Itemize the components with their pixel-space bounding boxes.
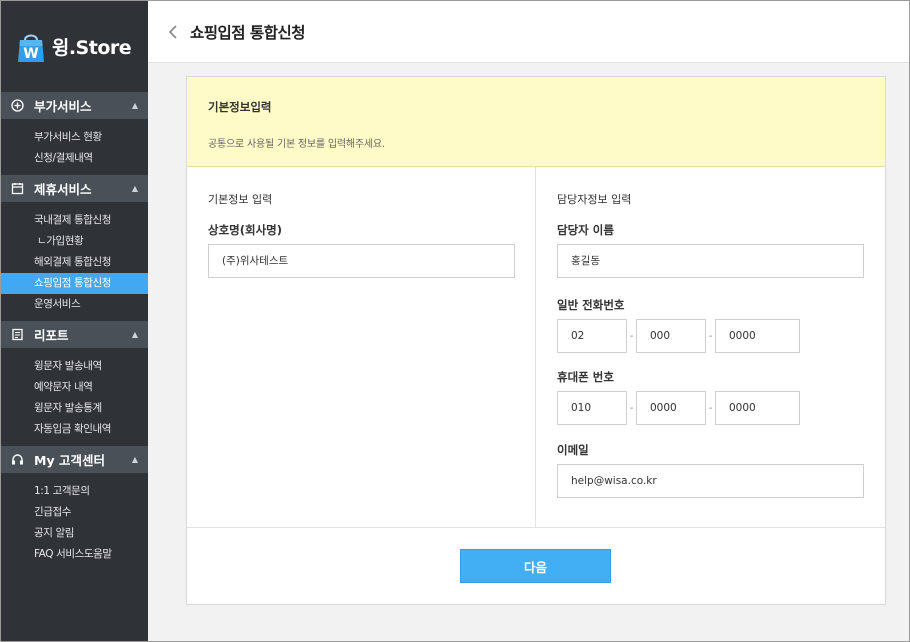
basic-info-title: 기본정보 입력 [208, 193, 273, 206]
dash: - [708, 330, 713, 342]
menu-item[interactable]: 자동입금 확인내역 [1, 419, 148, 440]
dash: - [629, 330, 634, 342]
phone-part-2-input[interactable]: 000 [636, 319, 706, 353]
mobile-row: 010 - 0000 - 0000 [557, 391, 864, 425]
phone-label: 일반 전화번호 [557, 298, 625, 312]
menu-item[interactable]: 신청/결제내역 [1, 148, 148, 169]
menu-item[interactable]: 윙문자 발송통계 [1, 398, 148, 419]
back-chevron-icon[interactable] [166, 22, 180, 42]
phone-part-1-input[interactable]: 02 [557, 319, 627, 353]
svg-text:W: W [23, 46, 38, 62]
brand-name: 윙.Store [51, 37, 132, 59]
section-title: 제휴서비스 [34, 182, 92, 197]
basic-info-column: 기본정보 입력 상호명(회사명) (주)위사테스트 [187, 167, 536, 527]
menu-item[interactable]: 부가서비스 현황 [1, 127, 148, 148]
dash: - [629, 402, 634, 414]
manager-name-input[interactable]: 홍길동 [557, 244, 864, 278]
caret-up-icon: ▲ [131, 101, 138, 110]
document-icon [11, 328, 24, 341]
caret-up-icon: ▲ [131, 455, 138, 464]
menu-additional-services: 부가서비스 현황 신청/결제내역 [1, 119, 148, 175]
menu-item[interactable]: 1:1 고객문의 [1, 481, 148, 502]
menu-customer-center: 1:1 고객문의 긴급접수 공지 알림 FAQ 서비스도움말 [1, 473, 148, 571]
company-name-input[interactable]: (주)위사테스트 [208, 244, 515, 278]
mobile-part-1-input[interactable]: 010 [557, 391, 627, 425]
sidebar: W 윙.Store 부가서비스 ▲ 부가서비스 현황 신청/결제내역 제휴서비스… [1, 1, 148, 641]
manager-info-title: 담당자정보 입력 [557, 193, 632, 206]
menu-item[interactable]: 긴급접수 [1, 502, 148, 523]
menu-item[interactable]: 운영서비스 [1, 294, 148, 315]
section-partner-services[interactable]: 제휴서비스 ▲ [1, 175, 148, 202]
notice-title: 기본정보입력 [208, 100, 272, 114]
menu-partner-services: 국내결제 통합신청 ㄴ가입현황 해외결제 통합신청 쇼핑입점 통합신청 운영서비… [1, 202, 148, 321]
menu-item-active[interactable]: 쇼핑입점 통합신청 [1, 273, 148, 294]
email-input[interactable]: help@wisa.co.kr [557, 464, 864, 498]
section-title: 부가서비스 [34, 99, 92, 114]
section-title: My 고객센터 [34, 453, 105, 468]
manager-name-label: 담당자 이름 [557, 223, 614, 237]
caret-up-icon: ▲ [131, 184, 138, 193]
section-additional-services[interactable]: 부가서비스 ▲ [1, 92, 148, 119]
page-title: 쇼핑입점 통합신청 [190, 23, 305, 42]
phone-row: 02 - 000 - 0000 [557, 319, 864, 353]
menu-item-sub[interactable]: ㄴ가입현황 [1, 231, 148, 252]
dash: - [708, 402, 713, 414]
notice-box: 기본정보입력 공통으로 사용될 기본 정보를 입력해주세요. [187, 77, 885, 167]
menu-item[interactable]: 공지 알림 [1, 523, 148, 544]
main-content: 기본정보입력 공통으로 사용될 기본 정보를 입력해주세요. 기본정보 입력 상… [148, 63, 909, 641]
shopping-bag-icon: W [17, 32, 44, 62]
menu-reports: 윙문자 발송내역 예약문자 내역 윙문자 발송통계 자동입금 확인내역 [1, 348, 148, 446]
logo[interactable]: W 윙.Store [1, 1, 148, 92]
menu-item[interactable]: FAQ 서비스도움말 [1, 544, 148, 565]
headset-icon [11, 453, 24, 466]
menu-item[interactable]: 윙문자 발송내역 [1, 356, 148, 377]
plus-circle-icon [11, 99, 24, 112]
page-header: 쇼핑입점 통합신청 [148, 1, 909, 63]
mobile-part-3-input[interactable]: 0000 [715, 391, 800, 425]
manager-info-column: 담당자정보 입력 담당자 이름 홍길동 일반 전화번호 02 - 000 - 0… [536, 167, 885, 527]
menu-item[interactable]: 국내결제 통합신청 [1, 210, 148, 231]
section-title: 리포트 [34, 328, 69, 343]
form-columns: 기본정보 입력 상호명(회사명) (주)위사테스트 담당자정보 입력 담당자 이… [187, 167, 885, 528]
menu-item[interactable]: 예약문자 내역 [1, 377, 148, 398]
menu-item[interactable]: 해외결제 통합신청 [1, 252, 148, 273]
section-customer-center[interactable]: My 고객센터 ▲ [1, 446, 148, 473]
form-card: 기본정보입력 공통으로 사용될 기본 정보를 입력해주세요. 기본정보 입력 상… [186, 76, 886, 605]
caret-up-icon: ▲ [131, 330, 138, 339]
section-reports[interactable]: 리포트 ▲ [1, 321, 148, 348]
next-button[interactable]: 다음 [460, 549, 611, 583]
calendar-icon [11, 182, 24, 195]
phone-part-3-input[interactable]: 0000 [715, 319, 800, 353]
notice-description: 공통으로 사용될 기본 정보를 입력해주세요. [208, 139, 385, 150]
email-label: 이메일 [557, 443, 589, 457]
company-name-label: 상호명(회사명) [208, 223, 282, 237]
app-window: W 윙.Store 부가서비스 ▲ 부가서비스 현황 신청/결제내역 제휴서비스… [0, 0, 910, 642]
mobile-label: 휴대폰 번호 [557, 370, 614, 384]
mobile-part-2-input[interactable]: 0000 [636, 391, 706, 425]
